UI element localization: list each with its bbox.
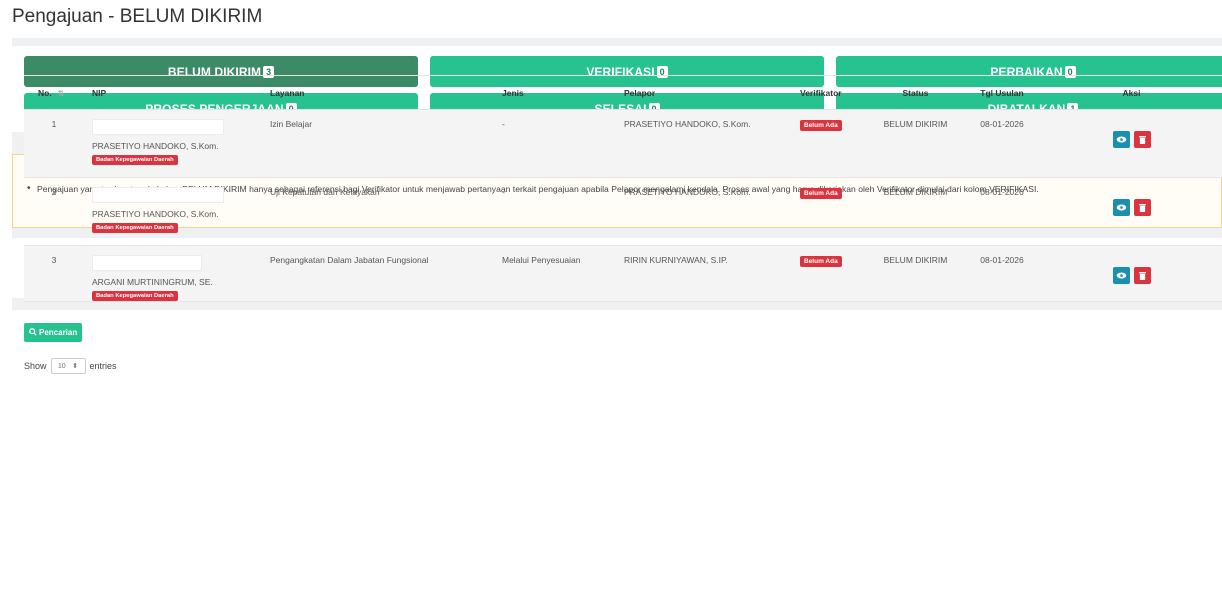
verifier-badge: Belum Ada: [800, 188, 842, 199]
eye-icon: [1116, 136, 1126, 143]
col-header-nip[interactable]: NIP: [84, 75, 262, 110]
cell-layanan: Izin Belajar: [262, 109, 494, 178]
cell-pelapor: RIRIN KURNIYAWAN, S.IP.: [616, 245, 792, 302]
cell-verifikator: Belum Ada: [792, 109, 868, 178]
trash-icon: [1138, 203, 1146, 212]
cell-nip: ARGANI MURTININGRUM, SE. Badan Kepegawai…: [84, 245, 262, 302]
cell-layanan: Pengangkatan Dalam Jabatan Fungsional: [262, 245, 494, 302]
delete-button[interactable]: [1133, 199, 1151, 216]
employee-name: ARGANI MURTININGRUM, SE.: [92, 277, 213, 287]
search-icon: [29, 327, 37, 338]
col-header-jenis[interactable]: Jenis: [494, 75, 616, 110]
trash-icon: [1138, 135, 1146, 144]
cell-pelapor: PRASETIYO HANDOKO, S.Kom.: [616, 109, 792, 178]
view-button[interactable]: [1112, 131, 1130, 148]
col-header-status[interactable]: Status: [868, 75, 963, 110]
col-header-layanan[interactable]: Layanan: [262, 75, 494, 110]
eye-icon: [1116, 272, 1126, 279]
cell-status: BELUM DIKIRIM: [868, 245, 963, 302]
entries-select[interactable]: 10 ⬍: [50, 358, 86, 374]
table-header-row: No. ⇅ NIP Layanan Jenis Pelapor Verifikat…: [24, 75, 1222, 110]
header-label: No.: [38, 87, 52, 98]
entries-label: entries: [89, 361, 117, 371]
eye-icon: [1116, 204, 1126, 211]
cell-tgl: 08-01-2026: [963, 245, 1041, 302]
trash-icon: [1138, 271, 1146, 280]
cell-jenis: Melalui Penyesuaian: [494, 245, 616, 302]
table-row: 3 ARGANI MURTININGRUM, SE. Badan Kepegaw…: [24, 245, 1222, 302]
submissions-table: No. ⇅ NIP Layanan Jenis Pelapor Verifikat…: [24, 75, 1222, 302]
col-header-aksi: Aksi: [1041, 75, 1222, 110]
cell-aksi: [1041, 245, 1222, 302]
table-panel: Pencarian Show 10 ⬍ entries: [12, 310, 1222, 610]
cell-aksi: [1041, 177, 1222, 246]
delete-button[interactable]: [1133, 131, 1151, 148]
view-button[interactable]: [1112, 267, 1130, 284]
col-header-pelapor[interactable]: Pelapor: [616, 75, 792, 110]
view-button[interactable]: [1112, 199, 1130, 216]
cell-layanan: Uji Kepatutan dan Kelayakan: [262, 177, 494, 246]
cell-no: 2: [24, 177, 84, 246]
entries-value: 10: [57, 362, 66, 370]
cell-verifikator: Belum Ada: [792, 245, 868, 302]
cell-no: 1: [24, 109, 84, 178]
row-actions: [1112, 267, 1151, 284]
col-header-tgl[interactable]: Tgl Usulan: [963, 75, 1041, 110]
nip-redacted: [92, 255, 202, 271]
cell-status: BELUM DIKIRIM: [868, 177, 963, 246]
agency-badge: Badan Kepegawaian Daerah: [92, 291, 178, 301]
verifier-badge: Belum Ada: [800, 120, 842, 131]
cell-jenis: -: [494, 109, 616, 178]
cell-tgl: 08-01-2026: [963, 109, 1041, 178]
cell-nip: PRASETIYO HANDOKO, S.Kom. Badan Kepegawa…: [84, 109, 262, 178]
sort-icon: ⇅: [57, 88, 65, 98]
gap-band: [12, 38, 1222, 46]
nip-redacted: [92, 187, 224, 203]
col-header-verifikator[interactable]: Verifikator: [792, 75, 868, 110]
search-button[interactable]: Pencarian: [24, 323, 83, 342]
employee-name: PRASETIYO HANDOKO, S.Kom.: [92, 209, 219, 219]
show-label: Show: [24, 361, 47, 371]
cell-jenis: -: [494, 177, 616, 246]
col-header-no[interactable]: No. ⇅: [24, 75, 84, 110]
length-control: Show 10 ⬍ entries: [24, 358, 117, 374]
cell-pelapor: PRASETIYO HANDOKO, S.Kom.: [616, 177, 792, 246]
agency-badge: Badan Kepegawaian Daerah: [92, 155, 178, 165]
cell-tgl: 08-01-2026: [963, 177, 1041, 246]
cell-verifikator: Belum Ada: [792, 177, 868, 246]
nip-redacted: [92, 119, 224, 135]
verifier-badge: Belum Ada: [800, 256, 842, 267]
row-actions: [1112, 131, 1151, 148]
cell-aksi: [1041, 109, 1222, 178]
employee-name: PRASETIYO HANDOKO, S.Kom.: [92, 141, 219, 151]
delete-button[interactable]: [1133, 267, 1151, 284]
cell-status: BELUM DIKIRIM: [868, 109, 963, 178]
cell-no: 3: [24, 245, 84, 302]
row-actions: [1112, 199, 1151, 216]
page-title: Pengajuan - BELUM DIKIRIM: [12, 6, 263, 27]
search-button-label: Pencarian: [39, 328, 78, 337]
table-row: 2 PRASETIYO HANDOKO, S.Kom. Badan Kepega…: [24, 177, 1222, 246]
select-arrow-icon: ⬍: [72, 363, 79, 370]
agency-badge: Badan Kepegawaian Daerah: [92, 223, 178, 233]
cell-nip: PRASETIYO HANDOKO, S.Kom. Badan Kepegawa…: [84, 177, 262, 246]
table-row: 1 PRASETIYO HANDOKO, S.Kom. Badan Kepega…: [24, 109, 1222, 178]
